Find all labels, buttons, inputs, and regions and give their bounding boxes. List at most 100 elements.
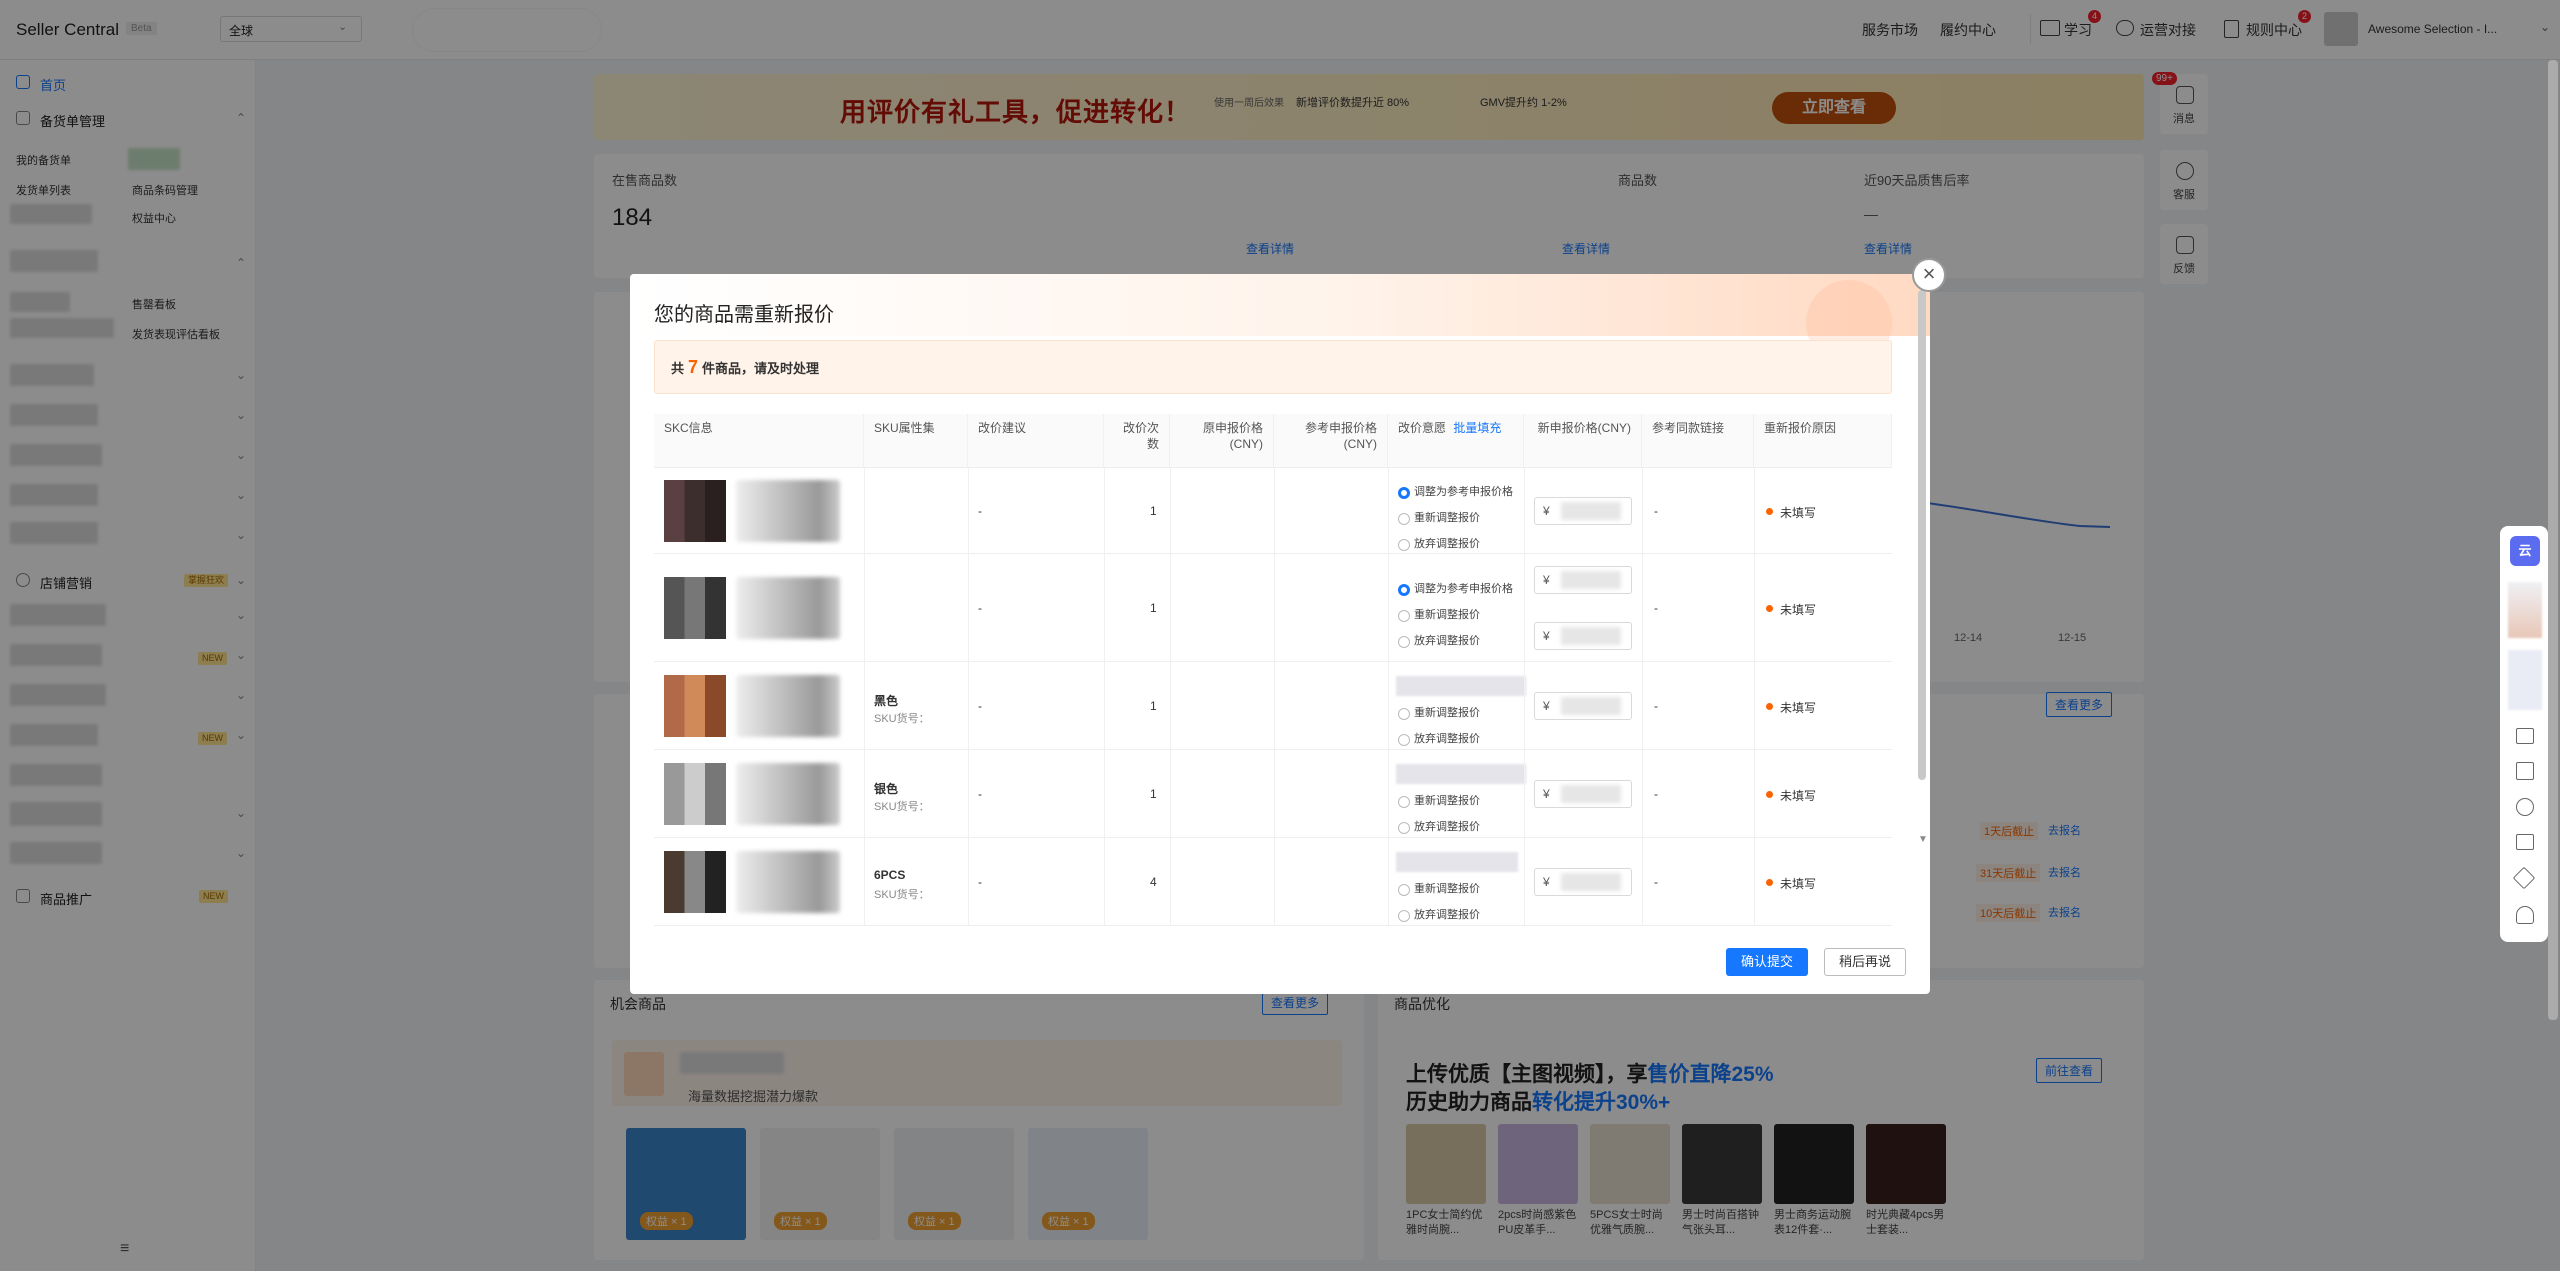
modal-scrollbar[interactable] (1918, 290, 1926, 780)
toolbar-blurred-block (2508, 650, 2542, 710)
modal-title: 您的商品需重新报价 (654, 304, 834, 326)
status-badge: 未填写 (1766, 699, 1816, 716)
col-willingness-label: 改价意愿 (1398, 421, 1447, 435)
status-badge: 未填写 (1766, 787, 1816, 804)
column-divider (968, 554, 969, 662)
radio-abandon[interactable]: 放弃调整报价 (1398, 732, 1480, 746)
radio-adjust-to-ref[interactable]: 调整为参考申报价格 (1398, 485, 1513, 499)
batch-fill-link[interactable]: 批量填充 (1453, 421, 1501, 435)
ref-link[interactable]: - (1654, 504, 1658, 518)
column-divider (968, 750, 969, 838)
new-price-input[interactable]: ¥ (1534, 868, 1632, 896)
ref-link[interactable]: - (1654, 699, 1658, 713)
sku-attr: 银色 (874, 782, 899, 796)
product-thumbnail[interactable] (664, 480, 726, 542)
change-times: 1 (1150, 787, 1157, 801)
product-thumbnail[interactable] (664, 577, 726, 639)
radio-abandon[interactable]: 放弃调整报价 (1398, 537, 1480, 551)
column-divider (1388, 750, 1389, 838)
radio-readjust[interactable]: 重新调整报价 (1398, 706, 1480, 720)
column-divider (1388, 838, 1389, 926)
exchange-icon[interactable] (2516, 834, 2534, 850)
table-row: 黑色 SKU货号： - 1 重新调整报价 放弃调整报价 ¥ - 未填写 (654, 662, 1892, 750)
ref-link[interactable]: - (1654, 875, 1658, 889)
radio-abandon[interactable]: 放弃调整报价 (1398, 908, 1480, 922)
column-divider (1642, 838, 1643, 926)
currency-symbol: ¥ (1543, 875, 1550, 889)
new-price-input[interactable]: ¥ (1534, 692, 1632, 720)
product-image-blurred (736, 577, 840, 639)
table-row (654, 926, 1892, 946)
column-divider (864, 554, 865, 662)
column-divider (1274, 468, 1275, 554)
column-divider (1524, 750, 1525, 838)
ref-link[interactable]: - (1654, 601, 1658, 615)
product-thumbnail[interactable] (664, 851, 726, 913)
confirm-submit-button[interactable]: 确认提交 (1726, 948, 1808, 976)
scroll-down-arrow-icon[interactable]: ▼ (1918, 834, 1928, 845)
price-suggestion: - (978, 699, 982, 713)
currency-symbol: ¥ (1543, 573, 1550, 587)
col-reason: 重新报价原因 (1754, 414, 1892, 468)
change-times: 1 (1150, 504, 1157, 518)
price-suggestion: - (978, 875, 982, 889)
column-divider (1642, 468, 1643, 554)
column-divider (1274, 662, 1275, 750)
col-orig-price: 原申报价格(CNY) (1170, 414, 1274, 468)
radio-readjust[interactable]: 重新调整报价 (1398, 794, 1480, 808)
product-thumbnail[interactable] (664, 675, 726, 737)
change-times: 1 (1150, 601, 1157, 615)
col-sku-attr: SKU属性集 (864, 414, 968, 468)
ref-link[interactable]: - (1654, 787, 1658, 801)
close-modal-button[interactable]: × (1912, 258, 1946, 292)
column-divider (1388, 468, 1389, 554)
column-divider (968, 662, 969, 750)
option-placeholder (1396, 676, 1526, 696)
refresh-icon[interactable] (2516, 798, 2534, 816)
calculator-icon[interactable] (2516, 762, 2534, 780)
radio-abandon[interactable]: 放弃调整报价 (1398, 634, 1480, 648)
price-suggestion: - (978, 787, 982, 801)
sku-attr: 6PCS (874, 868, 906, 882)
user-icon[interactable] (2516, 906, 2534, 924)
notice-prefix: 共 (671, 361, 685, 376)
notice-bar: 共 7 件商品，请及时处理 (654, 340, 1892, 394)
option-placeholder (1396, 852, 1518, 872)
column-divider (1170, 662, 1171, 750)
status-badge: 未填写 (1766, 875, 1816, 892)
requote-modal: 您的商品需重新报价 共 7 件商品，请及时处理 SKC信息 SKU属性集 改价建议 … (630, 274, 1930, 994)
sku-code: SKU货号： (874, 889, 930, 901)
table-row: - 1 调整为参考申报价格 重新调整报价 放弃调整报价 ¥ ¥ - 未填写 (654, 554, 1892, 662)
column-divider (1170, 750, 1171, 838)
table-row: - 1 调整为参考申报价格 重新调整报价 放弃调整报价 ¥ - 未填写 (654, 468, 1892, 554)
column-divider (1170, 554, 1171, 662)
product-image-blurred (736, 763, 840, 825)
product-thumbnail[interactable] (664, 763, 726, 825)
new-price-input[interactable]: ¥ (1534, 497, 1632, 525)
cloud-app-icon[interactable]: 云 (2510, 536, 2540, 566)
column-divider (864, 468, 865, 554)
radio-readjust[interactable]: 重新调整报价 (1398, 511, 1480, 525)
later-button[interactable]: 稍后再说 (1824, 948, 1906, 976)
col-skc-info: SKC信息 (654, 414, 864, 468)
radio-abandon[interactable]: 放弃调整报价 (1398, 820, 1480, 834)
column-divider (1170, 838, 1171, 926)
column-divider (1754, 468, 1755, 554)
price-suggestion: - (978, 601, 982, 615)
currency-symbol: ¥ (1543, 504, 1550, 518)
radio-readjust[interactable]: 重新调整报价 (1398, 608, 1480, 622)
inbox-icon[interactable] (2516, 728, 2534, 744)
column-divider (1274, 838, 1275, 926)
new-price-input[interactable]: ¥ (1534, 622, 1632, 650)
new-price-input[interactable]: ¥ (1534, 566, 1632, 594)
page-scrollbar[interactable] (2548, 60, 2558, 1020)
option-placeholder (1396, 764, 1526, 784)
product-image-blurred (736, 675, 840, 737)
col-willingness: 改价意愿 批量填充 (1388, 414, 1524, 468)
column-divider (1642, 750, 1643, 838)
radio-readjust[interactable]: 重新调整报价 (1398, 882, 1480, 896)
column-divider (1274, 554, 1275, 662)
radio-adjust-to-ref[interactable]: 调整为参考申报价格 (1398, 582, 1513, 596)
column-divider (1104, 468, 1105, 554)
new-price-input[interactable]: ¥ (1534, 780, 1632, 808)
